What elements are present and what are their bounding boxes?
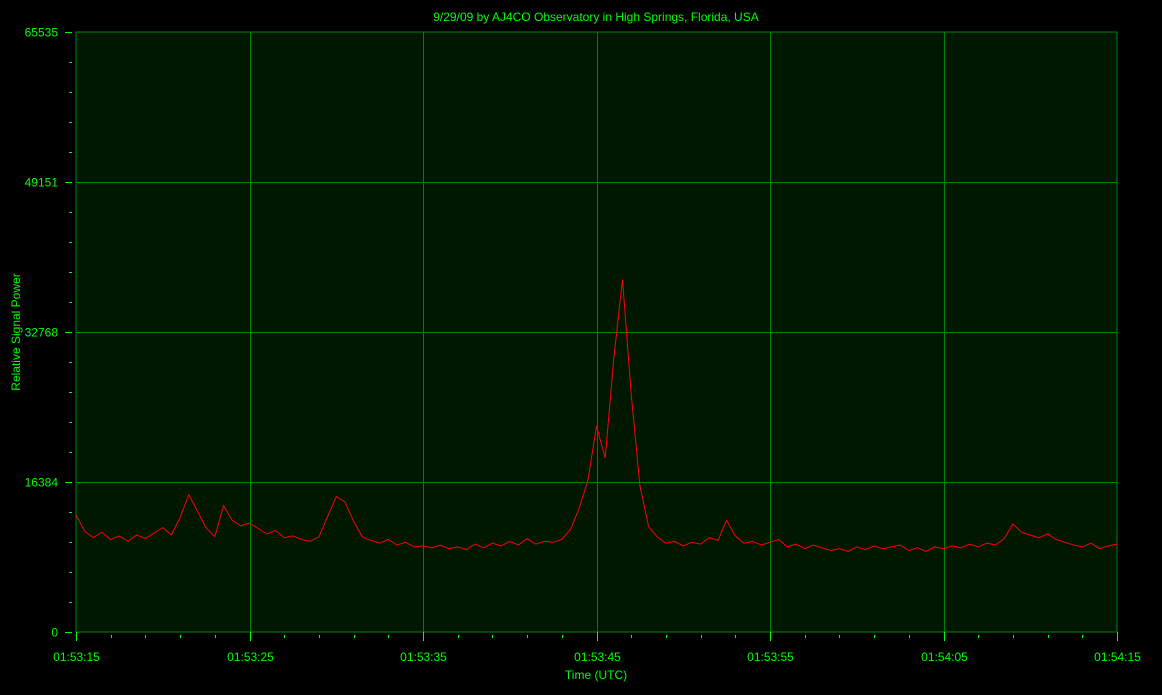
x-tick-label: 01:53:55 bbox=[747, 650, 794, 664]
x-tick-label: 01:54:05 bbox=[921, 650, 968, 664]
y-tick-label: 32768 bbox=[25, 326, 59, 340]
y-tick-label: 16384 bbox=[25, 476, 59, 490]
x-tick-label: 01:53:25 bbox=[227, 650, 274, 664]
meteor-signal-chart: 9/29/09 by AJ4CO Observatory in High Spr… bbox=[9, 10, 1141, 682]
chart-title: 9/29/09 by AJ4CO Observatory in High Spr… bbox=[433, 10, 758, 24]
y-tick-label: 65535 bbox=[25, 26, 59, 40]
x-tick-label: 01:53:45 bbox=[574, 650, 621, 664]
x-tick-label: 01:53:15 bbox=[53, 650, 100, 664]
y-axis-label: Relative Signal Power bbox=[9, 273, 23, 390]
x-axis-label: Time (UTC) bbox=[565, 668, 627, 682]
x-tick-label: 01:54:15 bbox=[1094, 650, 1141, 664]
y-tick-label: 49151 bbox=[25, 176, 59, 190]
y-tick-label: 0 bbox=[51, 626, 58, 640]
x-tick-label: 01:53:35 bbox=[400, 650, 447, 664]
